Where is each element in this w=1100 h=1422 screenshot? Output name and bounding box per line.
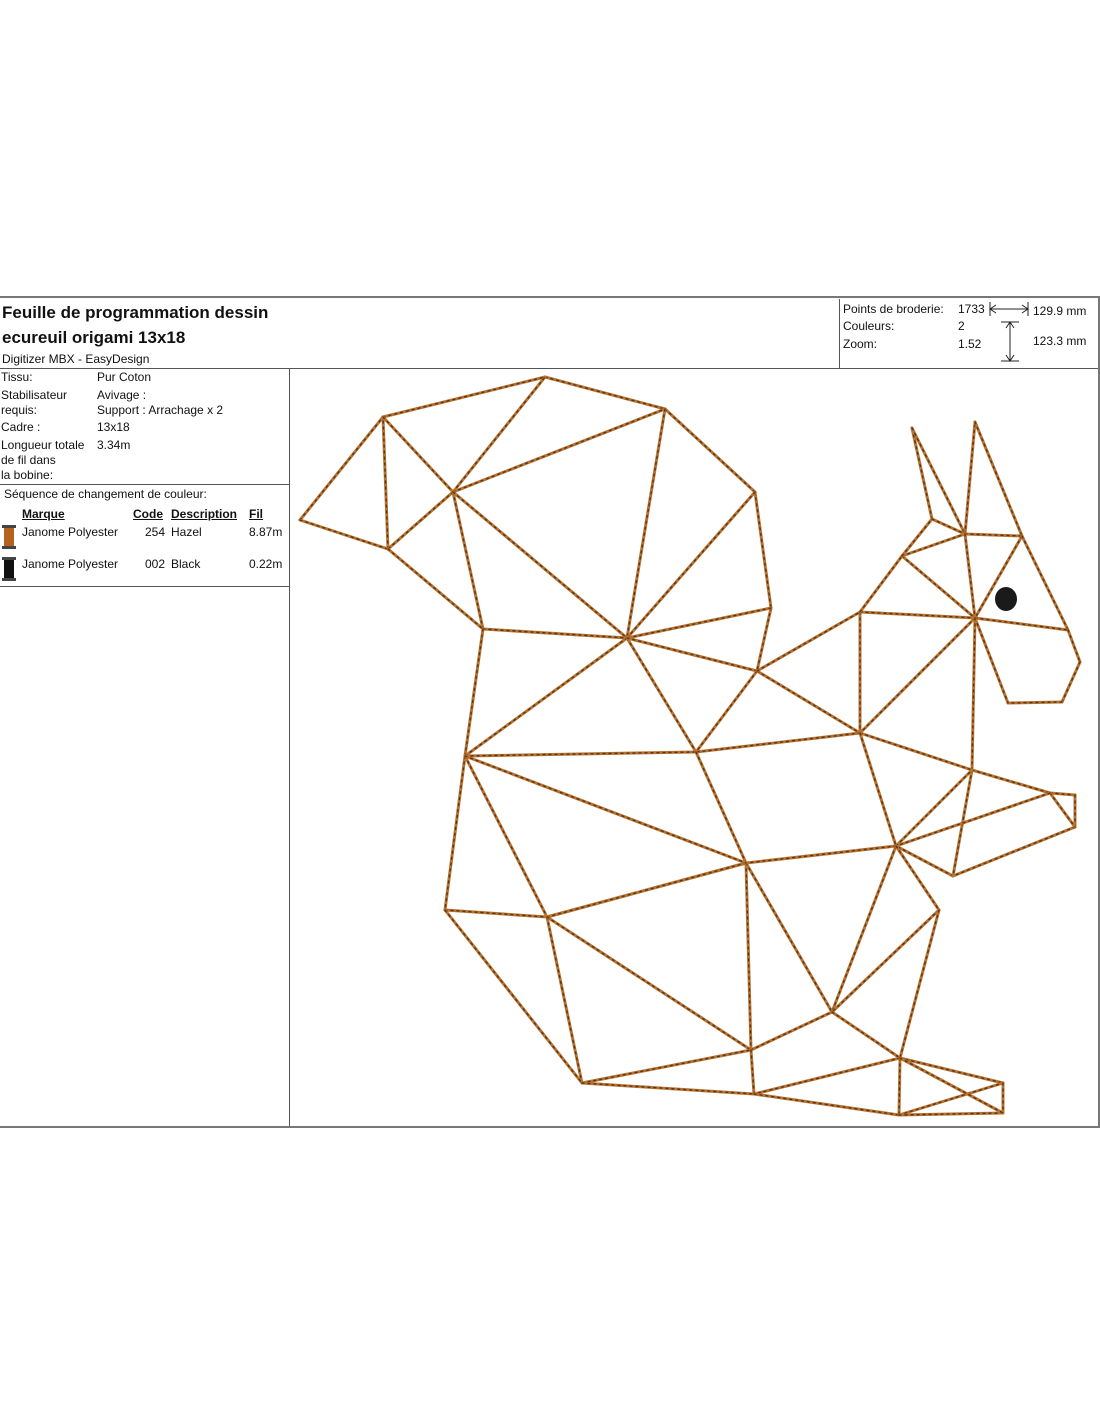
software-name: Digitizer MBX - EasyDesign [2, 352, 150, 366]
color-row-2-brand: Janome Polyester [22, 557, 119, 571]
cadre-label: Cadre : [1, 420, 41, 434]
colors-label: Couleurs: [843, 319, 895, 333]
longueur-label-2: de fil dans [1, 453, 56, 467]
stitch-texture-23 [626, 637, 758, 672]
stitch-texture-75 [745, 862, 833, 1013]
stabilizer-label-1: Stabilisateur [1, 388, 68, 402]
column-header-description: Description [171, 507, 238, 521]
stitch-segment-41 [1020, 534, 1070, 632]
longueur-label-3: la bobine: [1, 468, 54, 482]
stitch-segment-43 [1066, 628, 1082, 664]
color-row-1-brand: Janome Polyester [22, 525, 119, 539]
column-header-brand: Marque [22, 507, 65, 521]
longueur-label-1: Longueur totale [1, 438, 85, 452]
stitch-texture-68 [546, 916, 583, 1084]
sheet-title-line1: Feuille de programmation dessin [2, 303, 269, 322]
dimension-arrows-icon [989, 302, 1029, 362]
stitch-texture-4 [664, 408, 756, 493]
stitch-texture-40 [964, 533, 976, 619]
stitch-texture-25 [756, 670, 861, 734]
height-value: 123.3 mm [1033, 334, 1087, 348]
left-panel-divider [0, 484, 290, 485]
column-header-thread: Fil [249, 507, 263, 521]
stabilizer-value-1: Avivage : [97, 388, 147, 402]
stitch-segment-74 [744, 861, 753, 1052]
stitch-lines [298, 375, 1082, 1117]
color-row-2-thread: 0.22m [249, 557, 283, 571]
color-row-2-code: 002 [145, 557, 166, 571]
tissu-label: Tissu: [1, 370, 33, 384]
stitch-segment-48 [970, 616, 977, 772]
sheet-title-line2: ecureuil origami 13x18 [2, 328, 186, 347]
color-sequence-title: Séquence de changement de couleur: [4, 487, 207, 501]
color-row-1-thread: 8.87m [249, 525, 283, 539]
color-row-1-description: Hazel [171, 525, 202, 539]
stabilizer-value-2: Support : Arrachage x 2 [97, 403, 224, 417]
stitch-texture-69 [546, 862, 747, 918]
width-value: 129.9 mm [1033, 304, 1087, 318]
squirrel-eye [995, 587, 1017, 611]
tissu-value: Pur Coton [97, 370, 152, 384]
column-header-code: Code [133, 507, 163, 521]
spool-black-icon [2, 557, 16, 581]
zoom-label: Zoom: [843, 337, 878, 351]
cadre-value: 13x18 [97, 420, 130, 434]
color-row-1-code: 254 [145, 525, 166, 539]
stitch-segment-67 [443, 908, 549, 919]
zoom-value: 1.52 [958, 337, 982, 351]
stitch-segment-82 [898, 908, 941, 1060]
stitch-segment-89 [897, 1111, 1005, 1117]
left-panel-divider-bottom [0, 586, 290, 587]
colors-value: 2 [958, 319, 965, 333]
longueur-value: 3.34m [97, 438, 131, 452]
stitch-texture-77 [895, 845, 940, 911]
points-value: 1733 [958, 302, 985, 316]
stitch-segment-9 [381, 415, 455, 494]
squirrel-embroidery-drawing [298, 375, 1082, 1117]
stabilizer-label-2: requis: [1, 403, 38, 417]
stitch-texture-72 [581, 1049, 752, 1084]
color-row-2-description: Black [171, 557, 201, 571]
stitch-texture-73 [581, 1082, 755, 1095]
spool-hazel-icon [2, 525, 16, 549]
points-label: Points de broderie: [843, 302, 944, 316]
stitch-texture-12 [387, 491, 454, 550]
